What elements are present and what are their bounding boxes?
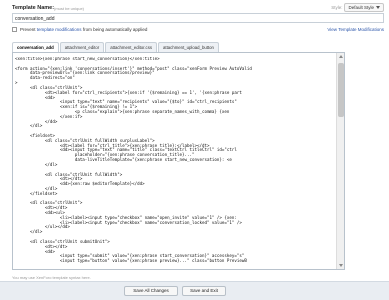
prevent-prefix: Prevent <box>20 27 36 32</box>
scroll-up-arrow-icon[interactable] <box>339 55 343 58</box>
save-and-exit-button[interactable]: Save and Exit <box>182 286 226 296</box>
tab-conversation-add[interactable]: conversation_add <box>12 42 59 52</box>
code-line: <input type="button" value="{xen:phrase … <box>15 258 247 264</box>
style-selector: Style: Default Style <box>331 3 384 12</box>
prevent-modifications-label: Prevent template modifications from bein… <box>20 27 147 32</box>
tab-attachment-editor-css[interactable]: attachment_editor.css <box>105 42 157 52</box>
template-modifications-link[interactable]: template modifications <box>37 27 82 32</box>
template-options: Prevent template modifications from bein… <box>12 26 384 34</box>
code-lines[interactable]: <xen:title>{xen:phrase start_new_convers… <box>15 57 335 264</box>
template-name-label: Template Name: <box>12 5 55 11</box>
form-footer: Save All Changes Save and Exit <box>0 281 389 300</box>
prevent-suffix: from being automatically applied <box>82 27 148 32</box>
prevent-modifications-checkbox[interactable] <box>12 27 17 32</box>
chevron-down-icon <box>376 6 380 9</box>
syntax-hint: You may use XenForo template syntax here… <box>12 275 91 280</box>
template-name-input[interactable]: conversation_add <box>12 13 384 23</box>
view-template-modifications-link[interactable]: View Template Modifications <box>327 27 384 32</box>
template-header: Template Name: (must be unique) Style: D… <box>12 3 384 13</box>
template-name-hint: (must be unique) <box>54 5 85 11</box>
template-code-editor[interactable]: <xen:title>{xen:phrase start_new_convers… <box>12 52 345 270</box>
scrollbar-thumb[interactable] <box>338 63 344 117</box>
save-all-changes-button[interactable]: Save All Changes <box>124 286 178 296</box>
style-select[interactable]: Default Style <box>344 3 384 12</box>
scroll-down-arrow-icon[interactable] <box>339 264 343 267</box>
template-tabs: conversation_add attachment_editor attac… <box>12 42 220 52</box>
style-label: Style: <box>331 5 343 10</box>
tab-attachment-editor[interactable]: attachment_editor <box>59 42 105 52</box>
style-value: Default Style <box>348 5 374 10</box>
editor-scrollbar[interactable] <box>336 53 344 269</box>
tab-attachment-upload-button[interactable]: attachment_upload_button <box>158 42 219 52</box>
